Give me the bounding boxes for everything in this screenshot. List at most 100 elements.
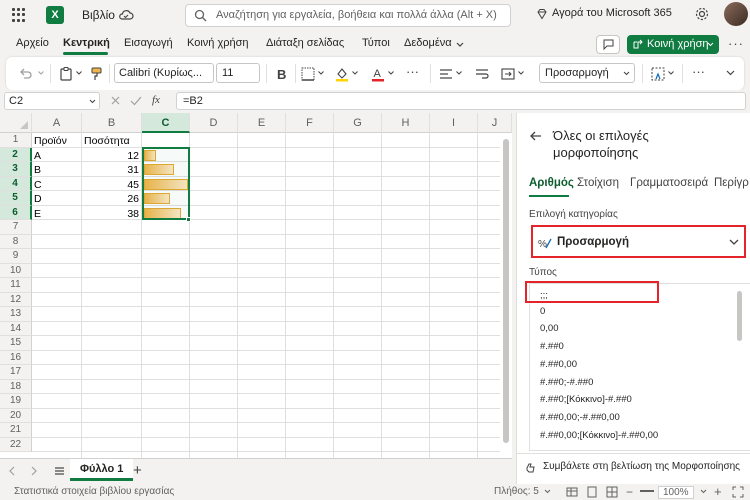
type-list-scrollbar[interactable] bbox=[737, 291, 742, 341]
column-header-b[interactable]: B bbox=[82, 113, 142, 133]
fill-handle[interactable] bbox=[186, 217, 191, 222]
column-header-d[interactable]: D bbox=[190, 113, 238, 133]
chevron-down-icon[interactable] bbox=[38, 71, 44, 75]
row-header[interactable]: 18 bbox=[0, 379, 32, 394]
row-header[interactable]: 3 bbox=[0, 162, 32, 177]
chevron-down-icon[interactable] bbox=[318, 71, 324, 75]
merge-cells-icon[interactable] bbox=[500, 66, 516, 82]
row-header[interactable]: 21 bbox=[0, 423, 32, 438]
tab-border[interactable]: Περίγρ bbox=[714, 177, 749, 189]
cloud-saved-icon[interactable] bbox=[118, 7, 134, 23]
row-header[interactable]: 17 bbox=[0, 365, 32, 380]
cell-product[interactable]: D bbox=[34, 192, 42, 206]
tab-data[interactable]: Δεδομένα bbox=[404, 37, 452, 49]
tab-formulas[interactable]: Τύποι bbox=[362, 37, 390, 49]
zoom-level[interactable]: 100% bbox=[658, 486, 694, 499]
cancel-icon[interactable] bbox=[110, 95, 121, 106]
buy-microsoft-365-link[interactable]: Αγορά του Microsoft 365 bbox=[536, 7, 672, 20]
paste-icon[interactable] bbox=[58, 66, 74, 82]
tab-share[interactable]: Κοινή χρήση bbox=[187, 37, 249, 49]
row-header[interactable]: 11 bbox=[0, 278, 32, 293]
cell-b1[interactable]: Ποσότητα bbox=[84, 134, 130, 148]
page-break-view-icon[interactable] bbox=[586, 486, 598, 498]
more-font-options[interactable]: ··· bbox=[406, 64, 419, 79]
undo-icon[interactable] bbox=[18, 66, 34, 82]
expand-icon[interactable] bbox=[732, 486, 744, 498]
number-format-dropdown[interactable]: Προσαρμογή bbox=[539, 63, 635, 83]
type-option[interactable]: #.##0;-#.##0 bbox=[540, 377, 593, 388]
share-button[interactable]: Κοινή χρήση bbox=[627, 35, 719, 54]
formula-input[interactable]: =B2 bbox=[176, 92, 746, 110]
gear-icon[interactable] bbox=[694, 6, 710, 22]
column-header-f[interactable]: F bbox=[286, 113, 334, 133]
category-dropdown[interactable]: % Προσαρμογή bbox=[531, 225, 746, 258]
name-box[interactable]: C2 bbox=[4, 92, 100, 110]
cell-quantity[interactable]: 31 bbox=[82, 163, 142, 177]
chevron-down-icon[interactable] bbox=[76, 71, 82, 75]
grid-view-icon[interactable] bbox=[606, 486, 618, 498]
cell-a1[interactable]: Προϊόν bbox=[34, 134, 67, 148]
app-launcher-icon[interactable] bbox=[12, 8, 26, 22]
cell-quantity[interactable]: 12 bbox=[82, 149, 142, 163]
row-header[interactable]: 20 bbox=[0, 408, 32, 423]
align-left-icon[interactable] bbox=[438, 66, 454, 82]
workbook-title[interactable]: Βιβλίο bbox=[82, 8, 115, 22]
select-all-corner[interactable] bbox=[0, 113, 32, 133]
chevron-down-icon[interactable] bbox=[668, 71, 674, 75]
type-option[interactable]: #.##0 bbox=[540, 341, 564, 352]
insert-function-icon[interactable]: fx bbox=[152, 94, 160, 106]
type-option[interactable]: 0,00 bbox=[540, 323, 559, 334]
tab-home[interactable]: Κεντρική bbox=[63, 37, 110, 49]
row-header[interactable]: 16 bbox=[0, 350, 32, 365]
cell-quantity[interactable]: 26 bbox=[82, 192, 142, 206]
column-header-g[interactable]: G bbox=[334, 113, 382, 133]
cell-product[interactable]: B bbox=[34, 163, 41, 177]
avatar[interactable] bbox=[724, 2, 748, 26]
add-sheet-button[interactable]: + bbox=[133, 462, 142, 479]
spreadsheet-grid[interactable]: A B C D E F G H I J 1 2 3 4 5 6 7 8 9 10 11 12 13 14 1… bbox=[0, 113, 512, 458]
row-header[interactable]: 13 bbox=[0, 307, 32, 322]
chevron-left-icon[interactable] bbox=[8, 466, 16, 476]
zoom-out-button[interactable]: − bbox=[626, 485, 633, 499]
column-header-j[interactable]: J bbox=[478, 113, 512, 133]
wrap-text-icon[interactable] bbox=[474, 66, 490, 82]
type-option[interactable]: #.##0,00 bbox=[540, 359, 577, 370]
tab-number[interactable]: Αριθμός bbox=[529, 177, 574, 189]
bold-icon[interactable]: B bbox=[274, 66, 290, 82]
row-header[interactable]: 4 bbox=[0, 176, 32, 191]
cell-product[interactable]: C bbox=[34, 178, 42, 192]
row-header[interactable]: 7 bbox=[0, 220, 32, 235]
row-header[interactable]: 8 bbox=[0, 234, 32, 249]
arrow-left-icon[interactable] bbox=[529, 129, 543, 143]
normal-view-icon[interactable] bbox=[566, 486, 578, 498]
feedback-link[interactable]: Συμβάλετε στη βελτίωση της Μορφοποίησης bbox=[543, 461, 740, 472]
zoom-in-button[interactable]: + bbox=[714, 484, 722, 499]
column-header-h[interactable]: H bbox=[382, 113, 430, 133]
row-header[interactable]: 1 bbox=[0, 133, 32, 148]
borders-icon[interactable] bbox=[300, 66, 316, 82]
chevron-right-icon[interactable] bbox=[30, 466, 38, 476]
enter-check-icon[interactable] bbox=[130, 95, 142, 106]
font-name-dropdown[interactable]: Calibri (Κυρίως... bbox=[114, 63, 214, 83]
tab-insert[interactable]: Εισαγωγή bbox=[124, 37, 173, 49]
cell-product[interactable]: A bbox=[34, 149, 41, 163]
more-ribbon-options[interactable]: ··· bbox=[692, 64, 705, 79]
search-box[interactable]: Αναζήτηση για εργαλεία, βοήθεια και πολλ… bbox=[185, 4, 511, 27]
tab-alignment[interactable]: Στοίχιση bbox=[577, 177, 619, 189]
font-color-icon[interactable]: A bbox=[370, 66, 386, 82]
row-header[interactable]: 6 bbox=[0, 205, 32, 220]
column-header-e[interactable]: E bbox=[238, 113, 286, 133]
cell-quantity[interactable]: 45 bbox=[82, 178, 142, 192]
fill-color-icon[interactable] bbox=[334, 66, 350, 82]
type-option[interactable]: #.##0,00;-#.##0,00 bbox=[540, 412, 620, 423]
column-header-i[interactable]: I bbox=[430, 113, 478, 133]
row-header[interactable]: 2 bbox=[0, 147, 32, 162]
format-painter-icon[interactable] bbox=[89, 66, 105, 82]
chevron-down-icon[interactable] bbox=[700, 489, 707, 494]
font-size-dropdown[interactable]: 11 bbox=[216, 63, 260, 83]
type-list[interactable]: ;;; 0 0,00 #.##0 #.##0,00 #.##0;-#.##0 #… bbox=[529, 283, 750, 451]
workbook-statistics[interactable]: Στατιστικά στοιχεία βιβλίου εργασίας bbox=[14, 486, 174, 497]
row-header[interactable]: 19 bbox=[0, 394, 32, 409]
type-option[interactable]: #.##0;[Κόκκινο]-#.##0 bbox=[540, 394, 632, 405]
chevron-down-icon[interactable] bbox=[726, 70, 735, 76]
